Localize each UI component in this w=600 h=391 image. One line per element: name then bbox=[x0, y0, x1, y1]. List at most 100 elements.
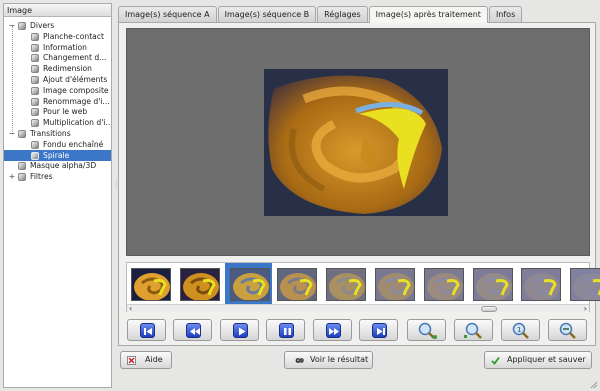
rewind-icon bbox=[186, 323, 201, 338]
tree-item[interactable]: Redimension bbox=[4, 63, 111, 74]
tree-item-label: Transitions bbox=[30, 129, 71, 138]
thumbnail[interactable] bbox=[179, 268, 220, 301]
tree-item[interactable]: Multiplication d'i... bbox=[4, 117, 111, 128]
scroll-right-icon[interactable]: › bbox=[584, 304, 587, 313]
zoom-original-button[interactable]: 1 bbox=[501, 319, 540, 341]
zoom-out-button[interactable] bbox=[548, 319, 587, 341]
thumbnail[interactable] bbox=[375, 268, 415, 301]
zoom-out-icon bbox=[559, 322, 576, 339]
view-result-label: Voir le résultat bbox=[310, 355, 369, 364]
spiral-preview-image bbox=[264, 69, 448, 216]
first-frame-button[interactable] bbox=[127, 319, 166, 341]
collapse-icon[interactable]: − bbox=[8, 20, 16, 31]
tab-sequence-b[interactable]: Image(s) séquence B bbox=[217, 6, 317, 22]
zoom-in-icon bbox=[418, 322, 437, 339]
tree-header: Image bbox=[4, 4, 111, 17]
pause-icon bbox=[279, 323, 294, 338]
collapse-icon[interactable]: − bbox=[8, 128, 16, 139]
tree-item-label: Changement d... bbox=[43, 53, 107, 63]
tree-item[interactable]: Spirale bbox=[4, 149, 111, 161]
thumbnail[interactable] bbox=[423, 268, 464, 301]
plugin-icon bbox=[31, 76, 39, 84]
tree-item-label: Information bbox=[43, 42, 87, 52]
zoom-original-icon: 1 bbox=[512, 322, 529, 339]
folder-icon bbox=[18, 130, 26, 138]
expand-icon[interactable]: + bbox=[8, 171, 16, 182]
plugin-icon bbox=[31, 86, 39, 95]
tree-item[interactable]: Pour le web bbox=[4, 106, 111, 117]
tree-item[interactable]: Information bbox=[4, 42, 111, 53]
skip-to-end-icon bbox=[372, 323, 387, 338]
scroll-left-icon[interactable]: ‹ bbox=[129, 304, 132, 313]
tree-item[interactable]: Image composite bbox=[4, 85, 111, 96]
next-frame-button[interactable] bbox=[313, 319, 352, 341]
zoom-fit-button[interactable] bbox=[454, 319, 493, 341]
category-tree[interactable]: Image − Divers Planche-contact Information C… bbox=[3, 3, 112, 388]
tree-item-label: Renommage d'i... bbox=[43, 96, 110, 106]
play-button[interactable] bbox=[220, 319, 259, 341]
plugin-icon bbox=[31, 32, 39, 41]
playback-controls: 1 bbox=[126, 319, 590, 343]
thumbnail[interactable] bbox=[472, 268, 513, 301]
zoom-in-button[interactable] bbox=[407, 319, 446, 341]
help-label: Aide bbox=[145, 355, 163, 364]
tree-item[interactable]: Changement d... bbox=[4, 52, 111, 63]
thumbnail[interactable] bbox=[570, 268, 600, 301]
splitter-handle[interactable]: ⋮ bbox=[113, 180, 120, 210]
apply-and-save-label: Appliquer et sauver bbox=[507, 355, 586, 364]
help-button[interactable]: Aide bbox=[120, 351, 172, 369]
tab-content: ‹ › 1 bbox=[118, 22, 600, 346]
tab-bar: Image(s) séquence A Image(s) séquence B … bbox=[118, 6, 523, 23]
thumbnail[interactable] bbox=[521, 268, 562, 301]
plugin-icon bbox=[31, 108, 39, 117]
tree-item-label: Divers bbox=[30, 21, 55, 30]
plugin-icon bbox=[31, 97, 39, 106]
play-icon bbox=[233, 323, 248, 338]
tree-item[interactable]: − Divers bbox=[4, 20, 111, 31]
tree-item-label: Redimension bbox=[43, 64, 92, 74]
eye-icon bbox=[295, 358, 304, 363]
tab-processed-images[interactable]: Image(s) après traitement bbox=[368, 6, 488, 23]
folder-icon bbox=[18, 162, 26, 171]
tree-item[interactable]: Fondu enchaîné bbox=[4, 139, 111, 150]
last-frame-button[interactable] bbox=[359, 319, 398, 341]
tree-item-label: Image composite bbox=[43, 85, 109, 95]
thumbnail[interactable] bbox=[277, 268, 318, 301]
thumbnail-scrollbar[interactable]: ‹ › bbox=[127, 304, 589, 313]
tree-item[interactable]: Planche-contact bbox=[4, 31, 111, 42]
thumbnail[interactable] bbox=[326, 268, 367, 301]
tab-sequence-a[interactable]: Image(s) séquence A bbox=[118, 6, 217, 22]
previous-frame-button[interactable] bbox=[173, 319, 212, 341]
svg-text:1: 1 bbox=[517, 326, 521, 334]
dialog-button-bar: Aide Voir le résultat Appliquer et sauve… bbox=[118, 350, 596, 370]
tree-item[interactable]: Masque alpha/3D bbox=[4, 160, 111, 171]
tree-item[interactable]: Ajout d'éléments bbox=[4, 74, 111, 85]
plugin-icon bbox=[31, 65, 39, 74]
tree-item[interactable]: + Filtres bbox=[4, 171, 111, 182]
scrollbar-handle[interactable] bbox=[481, 306, 497, 312]
help-icon bbox=[127, 356, 136, 365]
plugin-icon bbox=[31, 54, 39, 63]
pause-button[interactable] bbox=[266, 319, 305, 341]
plugin-icon bbox=[31, 140, 39, 149]
tab-settings[interactable]: Réglages bbox=[317, 6, 368, 22]
tree-item-label: Ajout d'éléments bbox=[43, 75, 108, 84]
thumbnail[interactable] bbox=[131, 268, 171, 301]
tree-item-label: Filtres bbox=[30, 172, 53, 182]
image-viewer[interactable] bbox=[126, 28, 590, 256]
skip-to-start-icon bbox=[140, 323, 155, 338]
tree-item-label: Pour le web bbox=[43, 107, 88, 117]
tree-item[interactable]: Renommage d'i... bbox=[4, 96, 111, 107]
checkmark-icon bbox=[491, 356, 500, 365]
plugin-icon bbox=[31, 43, 39, 52]
tree-item-label: Planche-contact bbox=[43, 31, 104, 41]
thumbnail-strip[interactable]: ‹ › bbox=[126, 262, 600, 313]
resize-grip-icon[interactable] bbox=[590, 381, 598, 389]
fast-forward-icon bbox=[326, 323, 341, 338]
plugin-icon bbox=[31, 119, 39, 128]
thumbnail[interactable] bbox=[229, 268, 270, 301]
view-result-button[interactable]: Voir le résultat bbox=[284, 351, 373, 369]
tab-info[interactable]: Infos bbox=[488, 6, 523, 22]
tree-item[interactable]: − Transitions bbox=[4, 128, 111, 139]
apply-and-save-button[interactable]: Appliquer et sauver bbox=[484, 351, 592, 369]
